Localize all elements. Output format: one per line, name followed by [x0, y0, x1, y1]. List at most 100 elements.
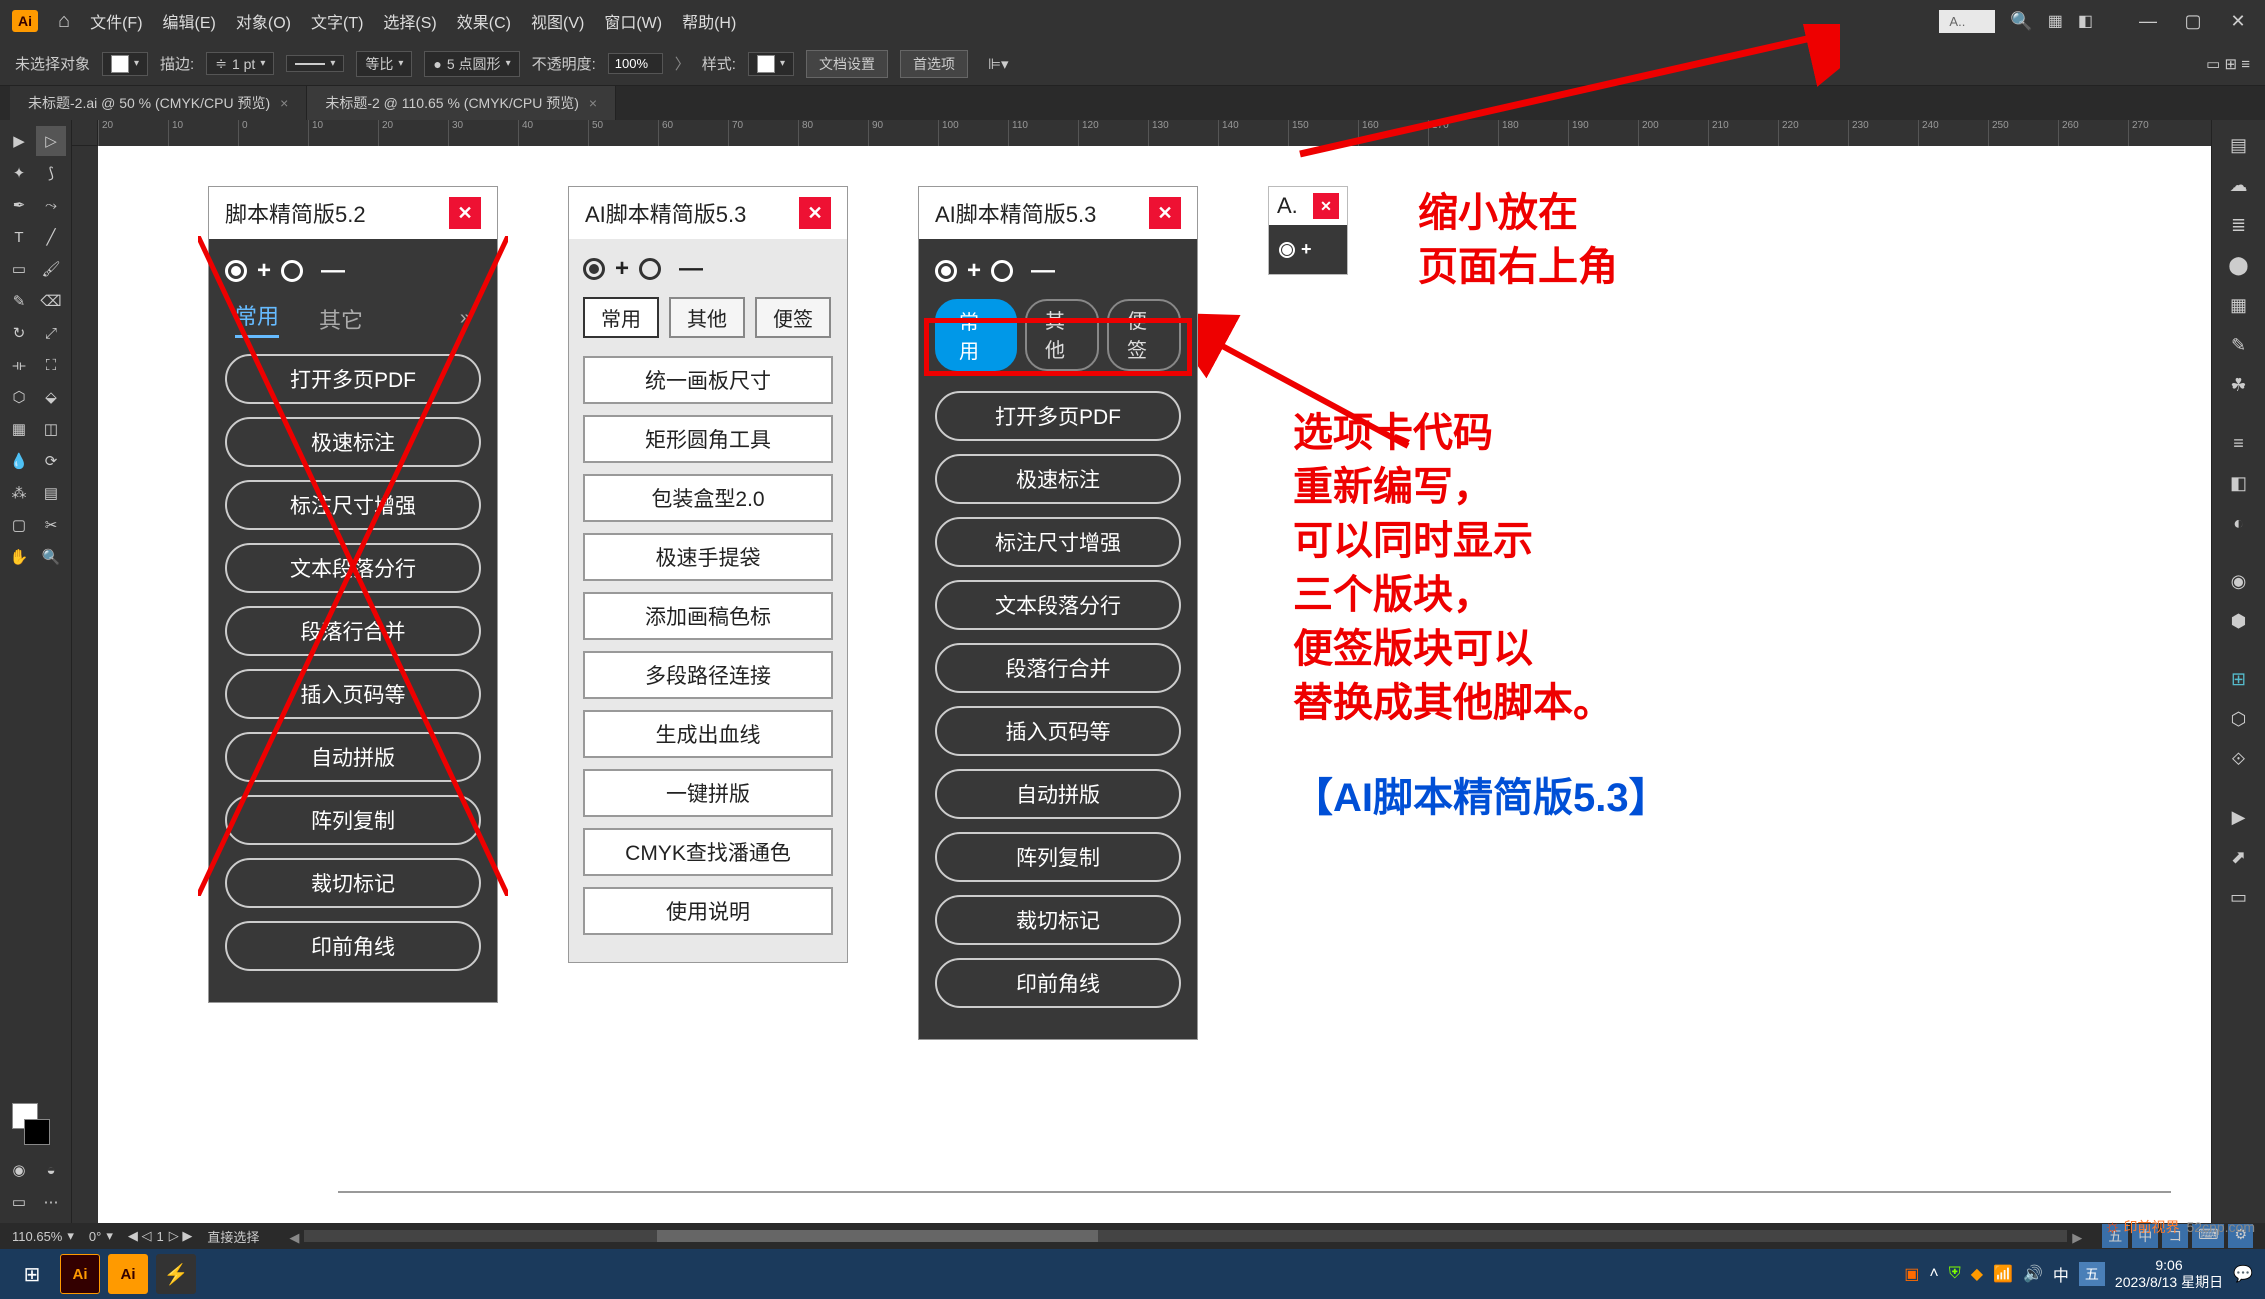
- brush-tool[interactable]: 🖌: [36, 254, 66, 284]
- gradient-icon[interactable]: ◧: [2222, 466, 2256, 500]
- properties-icon[interactable]: ▤: [2222, 128, 2256, 162]
- p2-btn-0[interactable]: 统一画板尺寸: [583, 356, 833, 404]
- tab-other[interactable]: 其他: [1025, 299, 1099, 371]
- arrange-icon[interactable]: ▦: [2048, 11, 2063, 31]
- tab-other[interactable]: 其他: [669, 297, 745, 338]
- rotate-tool[interactable]: ↻: [4, 318, 34, 348]
- p2-btn-4[interactable]: 添加画稿色标: [583, 592, 833, 640]
- pen-tool[interactable]: ✒: [4, 190, 34, 220]
- fill-stroke-swatch[interactable]: [4, 1095, 67, 1153]
- p1-btn-8[interactable]: 裁切标记: [225, 858, 481, 908]
- slice-tool[interactable]: ✂: [36, 510, 66, 540]
- p2-btn-6[interactable]: 生成出血线: [583, 710, 833, 758]
- ruler-horizontal[interactable]: 2010010203040506070809010011012013014015…: [98, 120, 2211, 146]
- menu-edit[interactable]: 编辑(E): [163, 9, 216, 33]
- scale-mode[interactable]: 等比▾: [356, 51, 412, 77]
- lasso-tool[interactable]: ⟆: [36, 158, 66, 188]
- taskbar-ai-1[interactable]: Ai: [60, 1254, 100, 1294]
- edit-toolbar[interactable]: ⋯: [36, 1187, 66, 1217]
- window-close[interactable]: ✕: [2223, 11, 2253, 32]
- p1-btn-0[interactable]: 打开多页PDF: [225, 354, 481, 404]
- scale-tool[interactable]: ⤢: [36, 318, 66, 348]
- p3-btn-4[interactable]: 段落行合并: [935, 643, 1181, 693]
- rotation[interactable]: 0° ▾: [89, 1228, 113, 1244]
- tray-ime-wu[interactable]: 五: [2079, 1262, 2105, 1286]
- radio-off[interactable]: [991, 260, 1013, 282]
- taskbar-app-3[interactable]: ⚡: [156, 1254, 196, 1294]
- graph-tool[interactable]: ▤: [36, 478, 66, 508]
- close-button[interactable]: ✕: [799, 197, 831, 229]
- radio-on[interactable]: [225, 260, 247, 282]
- zoom-tool[interactable]: 🔍: [36, 542, 66, 572]
- gradient-tool[interactable]: ◫: [36, 414, 66, 444]
- p1-btn-1[interactable]: 极速标注: [225, 417, 481, 467]
- p3-btn-5[interactable]: 插入页码等: [935, 706, 1181, 756]
- menu-view[interactable]: 视图(V): [531, 9, 584, 33]
- p3-btn-0[interactable]: 打开多页PDF: [935, 391, 1181, 441]
- tab-common[interactable]: 常用: [583, 297, 659, 338]
- close-button[interactable]: ✕: [1313, 193, 1339, 219]
- search-input-top[interactable]: A..: [1939, 10, 1995, 33]
- symbol-sprayer-tool[interactable]: ⁂: [4, 478, 34, 508]
- window-maximize[interactable]: ▢: [2178, 11, 2208, 32]
- transform-icon[interactable]: ⟐: [2222, 742, 2256, 776]
- p1-btn-7[interactable]: 阵列复制: [225, 795, 481, 845]
- p3-btn-2[interactable]: 标注尺寸增强: [935, 517, 1181, 567]
- doc-tab-1[interactable]: 未标题-2.ai @ 50 % (CMYK/CPU 预览)×: [10, 86, 307, 120]
- p2-btn-2[interactable]: 包装盒型2.0: [583, 474, 833, 522]
- draw-mode-normal[interactable]: ◉: [4, 1155, 34, 1185]
- p3-btn-3[interactable]: 文本段落分行: [935, 580, 1181, 630]
- hand-tool[interactable]: ✋: [4, 542, 34, 572]
- style-swatch[interactable]: ▾: [748, 52, 794, 76]
- direct-selection-tool[interactable]: ▷: [36, 126, 66, 156]
- ruler-origin[interactable]: [72, 120, 98, 146]
- search-icon[interactable]: 🔍: [2010, 11, 2032, 32]
- prefs-button[interactable]: 首选项: [900, 50, 968, 78]
- tray-app-1[interactable]: ▣: [1904, 1264, 1919, 1284]
- workspace-icon[interactable]: ◧: [2078, 11, 2093, 31]
- radio-on[interactable]: [935, 260, 957, 282]
- tray-chevron[interactable]: ˄: [1929, 1265, 1938, 1283]
- radio-off[interactable]: [639, 258, 661, 280]
- p2-btn-3[interactable]: 极速手提袋: [583, 533, 833, 581]
- screen-mode[interactable]: ▭: [4, 1187, 34, 1217]
- tray-volume-icon[interactable]: 🔊: [2023, 1264, 2043, 1284]
- scrollbar-horizontal[interactable]: ◀▶: [304, 1230, 2067, 1242]
- doc-tab-2[interactable]: 未标题-2 @ 110.65 % (CMYK/CPU 预览)×: [307, 86, 616, 120]
- p2-btn-8[interactable]: CMYK查找潘通色: [583, 828, 833, 876]
- symbols-icon[interactable]: ☘: [2222, 368, 2256, 402]
- home-icon[interactable]: ⌂: [58, 10, 70, 33]
- free-transform-tool[interactable]: ⛶: [36, 350, 66, 380]
- tab-other[interactable]: 其它: [319, 303, 363, 335]
- p1-btn-6[interactable]: 自动拼版: [225, 732, 481, 782]
- pathfinder-icon[interactable]: ⬡: [2222, 702, 2256, 736]
- stroke-icon[interactable]: ≡: [2222, 426, 2256, 460]
- menu-file[interactable]: 文件(F): [90, 9, 142, 33]
- taskbar-clock[interactable]: 9:06 2023/8/13 星期日: [2115, 1257, 2223, 1291]
- p3-btn-1[interactable]: 极速标注: [935, 454, 1181, 504]
- stroke-style[interactable]: ▾: [286, 55, 344, 72]
- menu-window[interactable]: 窗口(W): [604, 9, 662, 33]
- selection-tool[interactable]: ▶: [4, 126, 34, 156]
- libraries-icon[interactable]: ☁: [2222, 168, 2256, 202]
- menu-type[interactable]: 文字(T): [311, 9, 363, 33]
- p2-btn-9[interactable]: 使用说明: [583, 887, 833, 935]
- perspective-tool[interactable]: ⬙: [36, 382, 66, 412]
- brushes-icon[interactable]: ✎: [2222, 328, 2256, 362]
- ruler-vertical[interactable]: [72, 146, 98, 1223]
- p3-btn-7[interactable]: 阵列复制: [935, 832, 1181, 882]
- radio-mini[interactable]: [1279, 242, 1295, 258]
- eyedropper-tool[interactable]: 💧: [4, 446, 34, 476]
- blend-tool[interactable]: ⟳: [36, 446, 66, 476]
- p2-btn-7[interactable]: 一键拼版: [583, 769, 833, 817]
- graphic-styles-icon[interactable]: ⬢: [2222, 604, 2256, 638]
- tray-app-2[interactable]: ◆: [1971, 1264, 1983, 1284]
- type-tool[interactable]: T: [4, 222, 34, 252]
- opacity-input[interactable]: [608, 53, 663, 74]
- line-tool[interactable]: ╱: [36, 222, 66, 252]
- canvas[interactable]: 2010010203040506070809010011012013014015…: [72, 120, 2211, 1223]
- close-tab-icon[interactable]: ×: [589, 95, 597, 111]
- magic-wand-tool[interactable]: ✦: [4, 158, 34, 188]
- close-button[interactable]: ✕: [449, 197, 481, 229]
- tab-common[interactable]: 常用: [935, 299, 1017, 371]
